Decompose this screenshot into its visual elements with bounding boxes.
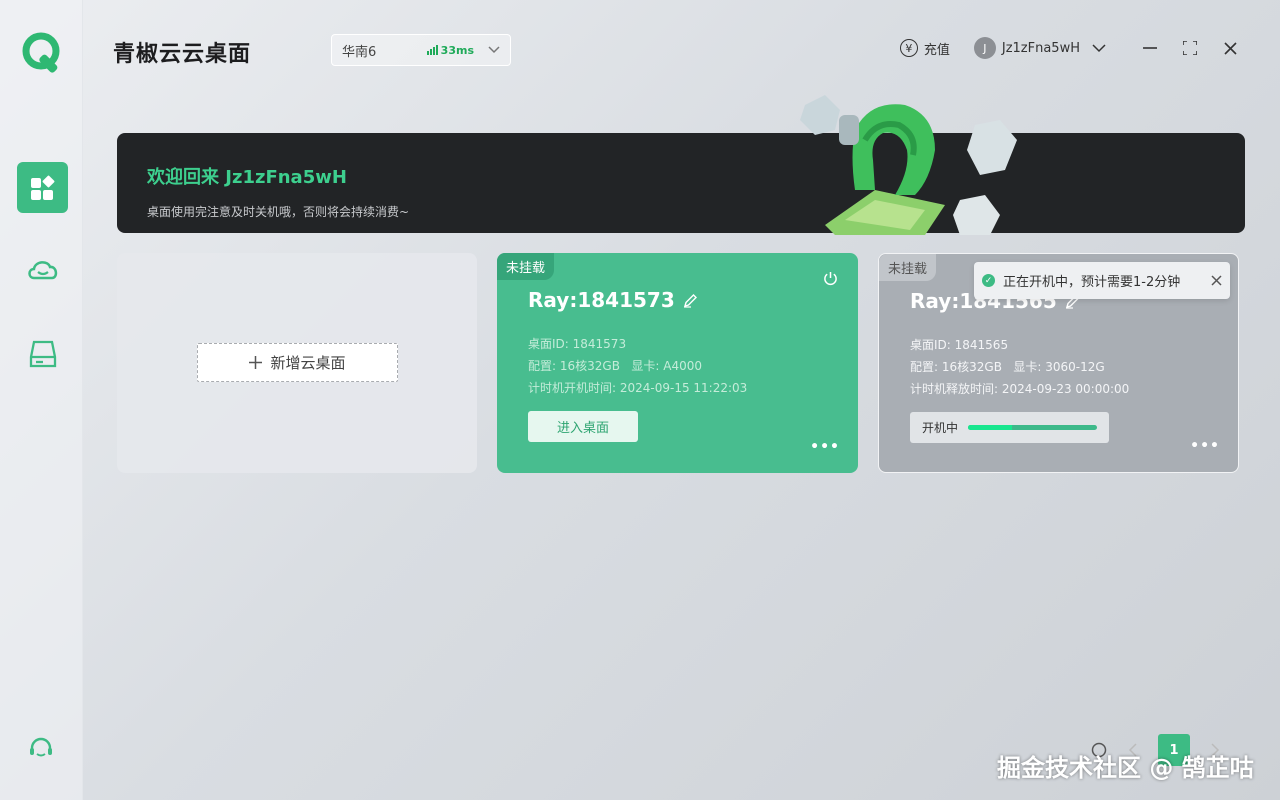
boot-status-label: 开机中 [922, 421, 959, 435]
watermark: 掘金技术社区 @ 鹄芷咕 [997, 754, 1254, 782]
username: Jz1zFna5wH [1001, 40, 1080, 56]
desktop-config: 配置: 16核32GB 显卡: A4000 [528, 359, 702, 373]
recharge-label: 充值 [923, 42, 950, 58]
latency-value: 33ms [440, 43, 474, 57]
close-icon[interactable] [1211, 275, 1222, 286]
more-options-icon[interactable]: ••• [1190, 438, 1220, 454]
recharge-button[interactable]: ¥ 充值 [899, 39, 950, 58]
yen-icon: ¥ [899, 39, 918, 57]
maximize-icon [1183, 41, 1197, 55]
mount-status-tag: 未挂载 [497, 253, 555, 280]
sidebar-item-storage[interactable] [17, 328, 68, 379]
minimize-button[interactable] [1130, 41, 1170, 55]
add-desktop-button[interactable]: 新增云桌面 [197, 343, 398, 382]
chevron-down-icon [488, 46, 500, 54]
sidebar-item-cloud[interactable] [17, 243, 68, 294]
boot-progress: 开机中 [910, 412, 1109, 443]
desktop-id: 桌面ID: 1841565 [910, 338, 1009, 352]
close-button[interactable] [1210, 41, 1250, 55]
welcome-title: 欢迎回来 Jz1zFna5wH [147, 167, 347, 188]
customer-service-icon[interactable] [27, 735, 55, 763]
top-toolbar: ¥ 充值 J Jz1zFna5wH [899, 35, 1250, 61]
cloud-icon [27, 260, 57, 279]
region-name: 华南6 [342, 44, 377, 60]
desktop-info: 桌面ID: 1841565 配置: 16核32GB 显卡: 3060-12G 计… [910, 334, 1129, 400]
success-icon: ✓ [982, 274, 995, 287]
desktop-name-row: Ray:1841573 [528, 288, 698, 312]
avatar: J [973, 37, 996, 59]
dashboard-icon [30, 175, 54, 200]
welcome-banner: 欢迎回来 Jz1zFna5wH 桌面使用完注意及时关机哦，否则将会持续消费~ [117, 133, 1245, 233]
sidebar [0, 0, 83, 800]
mount-status-tag: 未挂载 [879, 254, 937, 281]
more-options-icon[interactable]: ••• [810, 439, 840, 455]
app-logo-icon [22, 32, 60, 73]
desktop-card[interactable]: 未挂载 Ray:1841573 桌面ID: 1841573 配置: 16核32G… [497, 253, 858, 473]
progress-fill [968, 425, 1012, 430]
desktop-info: 桌面ID: 1841573 配置: 16核32GB 显卡: A4000 计时机开… [528, 333, 747, 399]
progress-track [968, 425, 1097, 430]
signal-icon [426, 45, 438, 55]
desktop-time: 计时机开机时间: 2024-09-15 11:22:03 [528, 381, 748, 395]
desktop-id: 桌面ID: 1841573 [528, 337, 627, 351]
add-desktop-card: 新增云桌面 [117, 253, 477, 473]
enter-desktop-button[interactable]: 进入桌面 [528, 411, 638, 442]
chevron-down-icon [1092, 43, 1106, 52]
app-title: 青椒云云桌面 [113, 42, 252, 67]
maximize-button[interactable] [1170, 41, 1210, 55]
desktop-config: 配置: 16核32GB 显卡: 3060-12G [910, 360, 1105, 374]
add-desktop-label: 新增云桌面 [270, 354, 346, 372]
plus-icon [249, 356, 263, 369]
banner-illustration [800, 95, 1017, 235]
user-menu[interactable]: J Jz1zFna5wH [973, 37, 1106, 59]
minimize-icon [1143, 47, 1157, 49]
edit-icon[interactable] [683, 293, 698, 308]
close-icon [1223, 41, 1237, 55]
hard-drive-icon [29, 340, 56, 367]
latency-indicator: 33ms [426, 43, 474, 57]
desktop-time: 计时机释放时间: 2024-09-23 00:00:00 [910, 382, 1130, 396]
notification-toast: ✓ 正在开机中，预计需要1-2分钟 [974, 262, 1230, 299]
welcome-subtitle: 桌面使用完注意及时关机哦，否则将会持续消费~ [147, 205, 410, 219]
desktop-name: Ray:1841573 [528, 288, 675, 312]
power-icon[interactable] [823, 271, 838, 286]
toast-message: 正在开机中，预计需要1-2分钟 [1003, 275, 1181, 290]
region-select[interactable]: 华南6 33ms [331, 34, 511, 66]
sidebar-item-desktops[interactable] [17, 162, 68, 213]
